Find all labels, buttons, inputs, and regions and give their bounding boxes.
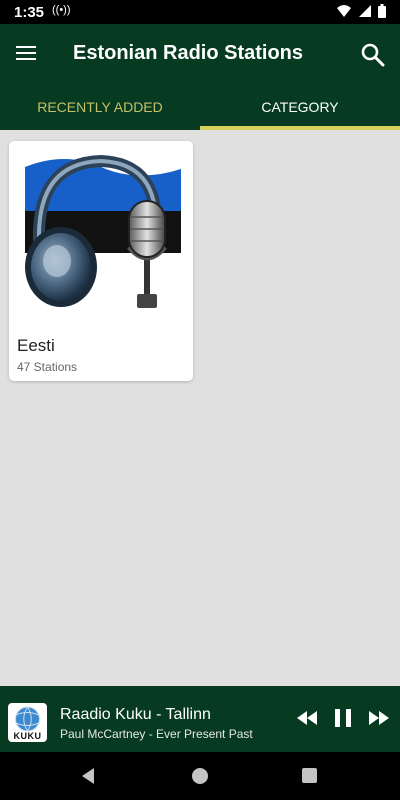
player-track-info: Paul McCartney - Ever Present Past [60, 727, 253, 741]
status-bar: 1:35 ((•)) [0, 0, 400, 24]
station-logo: KUKU [8, 703, 47, 742]
headphones-microphone-flag-icon [25, 154, 181, 308]
category-card-eesti[interactable]: Eesti 47 Stations [9, 141, 193, 381]
category-grid: Eesti 47 Stations [0, 130, 400, 686]
tab-label: RECENTLY ADDED [37, 99, 163, 115]
station-count: 47 Stations [17, 360, 78, 374]
fast-forward-icon[interactable] [368, 710, 390, 726]
signal-icon [359, 5, 371, 17]
status-time: 1:35 [14, 4, 45, 21]
page-title: Estonian Radio Stations [73, 42, 304, 64]
tab-category[interactable]: CATEGORY [200, 88, 400, 130]
recent-apps-icon[interactable] [302, 768, 317, 783]
hotspot-icon: ((•)) [52, 4, 71, 16]
station-logo-text: KUKU [13, 731, 42, 741]
pause-icon[interactable] [334, 708, 352, 728]
wifi-icon [337, 5, 351, 17]
player-station-name: Raadio Kuku - Tallinn [60, 706, 211, 723]
search-icon[interactable] [360, 42, 386, 68]
category-name: Eesti [17, 336, 55, 355]
mini-player[interactable]: KUKU Raadio Kuku - Tallinn Paul McCartne… [0, 686, 400, 752]
tab-bar: RECENTLY ADDED CATEGORY [0, 88, 400, 130]
globe-icon [15, 706, 40, 732]
tab-recently-added[interactable]: RECENTLY ADDED [0, 88, 200, 130]
home-icon[interactable] [192, 768, 208, 784]
app-bar: Estonian Radio Stations [0, 24, 400, 88]
system-nav-bar [0, 752, 400, 800]
menu-icon[interactable] [16, 42, 44, 70]
status-icons [336, 4, 386, 18]
player-controls [296, 708, 390, 728]
tab-label: CATEGORY [261, 99, 339, 115]
back-icon[interactable] [82, 768, 94, 784]
battery-icon [378, 4, 386, 18]
rewind-icon[interactable] [296, 710, 318, 726]
